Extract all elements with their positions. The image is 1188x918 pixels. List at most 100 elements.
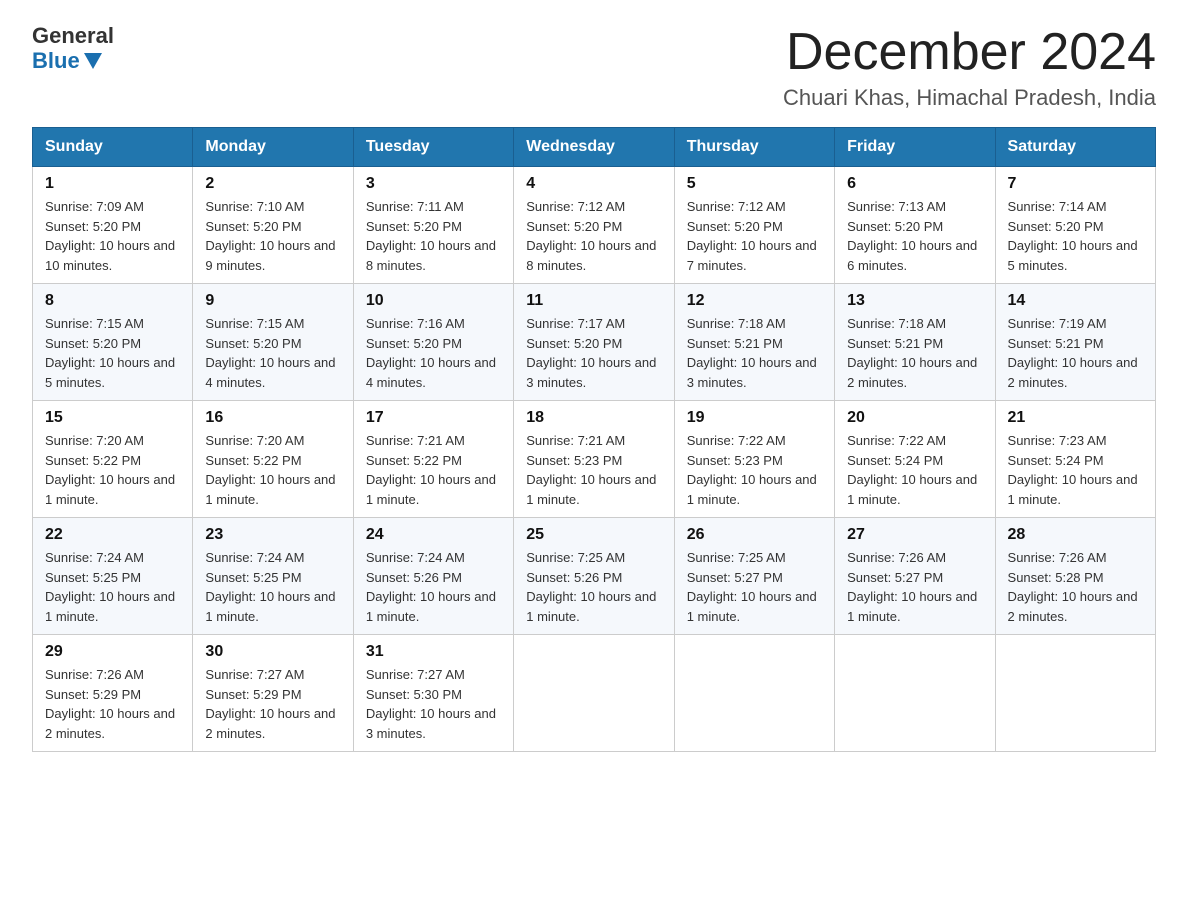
day-number: 21 — [1008, 409, 1143, 427]
calendar-cell: 10 Sunrise: 7:16 AMSunset: 5:20 PMDayligh… — [353, 284, 513, 401]
day-info: Sunrise: 7:24 AMSunset: 5:25 PMDaylight:… — [45, 548, 180, 626]
day-number: 9 — [205, 292, 340, 310]
page-header: General Blue December 2024 Chuari Khas, … — [32, 24, 1156, 111]
calendar-cell — [835, 635, 995, 752]
day-info: Sunrise: 7:15 AMSunset: 5:20 PMDaylight:… — [205, 314, 340, 392]
day-info: Sunrise: 7:18 AMSunset: 5:21 PMDaylight:… — [847, 314, 982, 392]
month-title: December 2024 — [783, 24, 1156, 81]
calendar-cell: 6 Sunrise: 7:13 AMSunset: 5:20 PMDaylight… — [835, 167, 995, 284]
logo-blue-text: Blue — [32, 48, 102, 74]
day-info: Sunrise: 7:25 AMSunset: 5:27 PMDaylight:… — [687, 548, 822, 626]
day-number: 29 — [45, 643, 180, 661]
day-number: 14 — [1008, 292, 1143, 310]
day-info: Sunrise: 7:11 AMSunset: 5:20 PMDaylight:… — [366, 197, 501, 275]
day-number: 16 — [205, 409, 340, 427]
title-area: December 2024 Chuari Khas, Himachal Prad… — [783, 24, 1156, 111]
weekday-header-row: SundayMondayTuesdayWednesdayThursdayFrid… — [33, 128, 1156, 167]
day-info: Sunrise: 7:24 AMSunset: 5:26 PMDaylight:… — [366, 548, 501, 626]
day-info: Sunrise: 7:15 AMSunset: 5:20 PMDaylight:… — [45, 314, 180, 392]
day-number: 6 — [847, 175, 982, 193]
calendar-cell: 11 Sunrise: 7:17 AMSunset: 5:20 PMDayligh… — [514, 284, 674, 401]
week-row-2: 8 Sunrise: 7:15 AMSunset: 5:20 PMDaylight… — [33, 284, 1156, 401]
calendar-cell: 17Sunrise: 7:21 AMSunset: 5:22 PMDayligh… — [353, 401, 513, 518]
day-number: 18 — [526, 409, 661, 427]
calendar-cell — [674, 635, 834, 752]
day-number: 10 — [366, 292, 501, 310]
calendar-cell: 24 Sunrise: 7:24 AMSunset: 5:26 PMDayligh… — [353, 518, 513, 635]
day-number: 26 — [687, 526, 822, 544]
location-title: Chuari Khas, Himachal Pradesh, India — [783, 85, 1156, 111]
calendar-cell: 12 Sunrise: 7:18 AMSunset: 5:21 PMDayligh… — [674, 284, 834, 401]
day-info: Sunrise: 7:26 AMSunset: 5:27 PMDaylight:… — [847, 548, 982, 626]
calendar-cell: 3 Sunrise: 7:11 AMSunset: 5:20 PMDaylight… — [353, 167, 513, 284]
day-number: 4 — [526, 175, 661, 193]
week-row-1: 1Sunrise: 7:09 AMSunset: 5:20 PMDaylight… — [33, 167, 1156, 284]
calendar-cell: 9 Sunrise: 7:15 AMSunset: 5:20 PMDaylight… — [193, 284, 353, 401]
day-number: 19 — [687, 409, 822, 427]
calendar-cell: 20Sunrise: 7:22 AMSunset: 5:24 PMDayligh… — [835, 401, 995, 518]
day-number: 25 — [526, 526, 661, 544]
day-number: 5 — [687, 175, 822, 193]
weekday-header-friday: Friday — [835, 128, 995, 167]
calendar-cell: 15Sunrise: 7:20 AMSunset: 5:22 PMDayligh… — [33, 401, 193, 518]
calendar-cell: 22 Sunrise: 7:24 AMSunset: 5:25 PMDayligh… — [33, 518, 193, 635]
week-row-4: 22 Sunrise: 7:24 AMSunset: 5:25 PMDayligh… — [33, 518, 1156, 635]
calendar-cell: 16 Sunrise: 7:20 AMSunset: 5:22 PMDayligh… — [193, 401, 353, 518]
day-info: Sunrise: 7:20 AMSunset: 5:22 PMDaylight:… — [45, 431, 180, 509]
weekday-header-tuesday: Tuesday — [353, 128, 513, 167]
day-number: 27 — [847, 526, 982, 544]
day-info: Sunrise: 7:23 AMSunset: 5:24 PMDaylight:… — [1008, 431, 1143, 509]
calendar-cell: 26 Sunrise: 7:25 AMSunset: 5:27 PMDayligh… — [674, 518, 834, 635]
day-info: Sunrise: 7:22 AMSunset: 5:23 PMDaylight:… — [687, 431, 822, 509]
day-info: Sunrise: 7:21 AMSunset: 5:22 PMDaylight:… — [366, 431, 501, 509]
weekday-header-thursday: Thursday — [674, 128, 834, 167]
week-row-5: 29 Sunrise: 7:26 AMSunset: 5:29 PMDayligh… — [33, 635, 1156, 752]
day-number: 20 — [847, 409, 982, 427]
day-number: 22 — [45, 526, 180, 544]
calendar-cell: 30Sunrise: 7:27 AMSunset: 5:29 PMDayligh… — [193, 635, 353, 752]
calendar-cell: 2 Sunrise: 7:10 AMSunset: 5:20 PMDaylight… — [193, 167, 353, 284]
day-number: 28 — [1008, 526, 1143, 544]
weekday-header-sunday: Sunday — [33, 128, 193, 167]
logo-triangle-icon — [84, 53, 102, 69]
day-number: 2 — [205, 175, 340, 193]
calendar-cell — [514, 635, 674, 752]
day-info: Sunrise: 7:18 AMSunset: 5:21 PMDaylight:… — [687, 314, 822, 392]
day-number: 8 — [45, 292, 180, 310]
calendar-cell: 5Sunrise: 7:12 AMSunset: 5:20 PMDaylight… — [674, 167, 834, 284]
day-info: Sunrise: 7:24 AMSunset: 5:25 PMDaylight:… — [205, 548, 340, 626]
day-number: 3 — [366, 175, 501, 193]
weekday-header-monday: Monday — [193, 128, 353, 167]
day-info: Sunrise: 7:27 AMSunset: 5:29 PMDaylight:… — [205, 665, 340, 743]
day-number: 11 — [526, 292, 661, 310]
calendar-cell: 23Sunrise: 7:24 AMSunset: 5:25 PMDayligh… — [193, 518, 353, 635]
day-number: 31 — [366, 643, 501, 661]
calendar-cell: 19 Sunrise: 7:22 AMSunset: 5:23 PMDayligh… — [674, 401, 834, 518]
calendar-cell: 31Sunrise: 7:27 AMSunset: 5:30 PMDayligh… — [353, 635, 513, 752]
calendar-cell: 7Sunrise: 7:14 AMSunset: 5:20 PMDaylight… — [995, 167, 1155, 284]
day-info: Sunrise: 7:20 AMSunset: 5:22 PMDaylight:… — [205, 431, 340, 509]
weekday-header-wednesday: Wednesday — [514, 128, 674, 167]
day-info: Sunrise: 7:16 AMSunset: 5:20 PMDaylight:… — [366, 314, 501, 392]
day-info: Sunrise: 7:13 AMSunset: 5:20 PMDaylight:… — [847, 197, 982, 275]
calendar-cell: 4 Sunrise: 7:12 AMSunset: 5:20 PMDaylight… — [514, 167, 674, 284]
day-info: Sunrise: 7:12 AMSunset: 5:20 PMDaylight:… — [526, 197, 661, 275]
day-number: 12 — [687, 292, 822, 310]
day-number: 24 — [366, 526, 501, 544]
logo-general-text: General — [32, 24, 114, 48]
day-info: Sunrise: 7:10 AMSunset: 5:20 PMDaylight:… — [205, 197, 340, 275]
week-row-3: 15Sunrise: 7:20 AMSunset: 5:22 PMDayligh… — [33, 401, 1156, 518]
calendar-cell: 8 Sunrise: 7:15 AMSunset: 5:20 PMDaylight… — [33, 284, 193, 401]
day-info: Sunrise: 7:26 AMSunset: 5:29 PMDaylight:… — [45, 665, 180, 743]
calendar-cell: 29 Sunrise: 7:26 AMSunset: 5:29 PMDayligh… — [33, 635, 193, 752]
calendar-cell: 27 Sunrise: 7:26 AMSunset: 5:27 PMDayligh… — [835, 518, 995, 635]
day-number: 7 — [1008, 175, 1143, 193]
day-info: Sunrise: 7:09 AMSunset: 5:20 PMDaylight:… — [45, 197, 180, 275]
calendar-cell: 1Sunrise: 7:09 AMSunset: 5:20 PMDaylight… — [33, 167, 193, 284]
calendar-cell: 14 Sunrise: 7:19 AMSunset: 5:21 PMDayligh… — [995, 284, 1155, 401]
day-info: Sunrise: 7:21 AMSunset: 5:23 PMDaylight:… — [526, 431, 661, 509]
day-info: Sunrise: 7:17 AMSunset: 5:20 PMDaylight:… — [526, 314, 661, 392]
weekday-header-saturday: Saturday — [995, 128, 1155, 167]
day-info: Sunrise: 7:19 AMSunset: 5:21 PMDaylight:… — [1008, 314, 1143, 392]
day-number: 13 — [847, 292, 982, 310]
